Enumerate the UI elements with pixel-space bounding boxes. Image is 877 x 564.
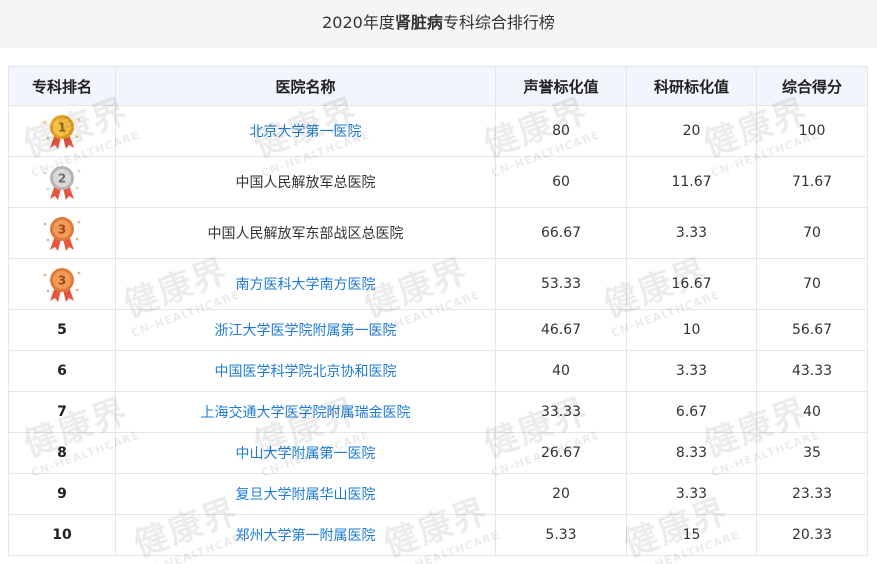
title-emphasis: 肾脏病 <box>394 13 443 32</box>
table-row: 5 浙江大学医学院附属第一医院 46.67 10 56.67 <box>8 309 868 351</box>
research-cell: 6.67 <box>626 391 757 433</box>
score-cell: 56.67 <box>756 309 868 351</box>
reputation-cell: 53.33 <box>495 258 627 310</box>
score-cell: 100 <box>756 105 868 157</box>
medal-rank-number: 1 <box>58 121 66 135</box>
reputation-cell: 40 <box>495 350 627 392</box>
hospital-link[interactable]: 上海交通大学医学院附属瑞金医院 <box>115 391 496 433</box>
rank-cell: 5 <box>8 309 116 351</box>
title-prefix: 2020年度 <box>322 13 395 32</box>
page-title: 2020年度肾脏病专科综合排行榜 <box>0 0 877 48</box>
score-cell: 43.33 <box>756 350 868 392</box>
research-cell: 3.33 <box>626 350 757 392</box>
reputation-cell: 66.67 <box>495 207 627 259</box>
reputation-cell: 46.67 <box>495 309 627 351</box>
research-cell: 3.33 <box>626 207 757 259</box>
table-row: 10 郑州大学第一附属医院 5.33 15 20.33 <box>8 514 868 556</box>
table-row: 8 中山大学附属第一医院 26.67 8.33 35 <box>8 432 868 474</box>
ranking-table: 专科排名 医院名称 声誉标化值 科研标化值 综合得分 1 北京大学第一医院 80 20… <box>8 66 868 556</box>
research-cell: 8.33 <box>626 432 757 474</box>
medal-rank-number: 3 <box>58 274 66 288</box>
score-cell: 23.33 <box>756 473 868 515</box>
table-header-row: 专科排名 医院名称 声誉标化值 科研标化值 综合得分 <box>8 66 868 106</box>
rank-cell: 1 <box>8 105 116 157</box>
column-header-hospital[interactable]: 医院名称 <box>115 66 496 106</box>
table-row: 9 复旦大学附属华山医院 20 3.33 23.33 <box>8 473 868 515</box>
bronze-medal-icon: 3 <box>43 217 81 251</box>
reputation-cell: 5.33 <box>495 514 627 556</box>
research-cell: 15 <box>626 514 757 556</box>
score-cell: 35 <box>756 432 868 474</box>
score-cell: 70 <box>756 258 868 310</box>
hospital-name: 中国人民解放军东部战区总医院 <box>115 207 496 259</box>
rank-cell: 7 <box>8 391 116 433</box>
research-cell: 16.67 <box>626 258 757 310</box>
hospital-link[interactable]: 中山大学附属第一医院 <box>115 432 496 474</box>
table-row: 2 中国人民解放军总医院 60 11.67 71.67 <box>8 156 868 208</box>
bronze-medal-icon: 3 <box>43 268 81 302</box>
reputation-cell: 33.33 <box>495 391 627 433</box>
hospital-link[interactable]: 北京大学第一医院 <box>115 105 496 157</box>
rank-cell: 8 <box>8 432 116 474</box>
silver-medal-icon: 2 <box>43 166 81 200</box>
hospital-link[interactable]: 浙江大学医学院附属第一医院 <box>115 309 496 351</box>
rank-cell: 10 <box>8 514 116 556</box>
rank-cell: 2 <box>8 156 116 208</box>
table-row: 3 南方医科大学南方医院 53.33 16.67 70 <box>8 258 868 310</box>
title-suffix: 专科综合排行榜 <box>442 13 555 32</box>
research-cell: 20 <box>626 105 757 157</box>
score-cell: 70 <box>756 207 868 259</box>
gold-medal-icon: 1 <box>43 115 81 149</box>
reputation-cell: 20 <box>495 473 627 515</box>
reputation-cell: 80 <box>495 105 627 157</box>
hospital-link[interactable]: 南方医科大学南方医院 <box>115 258 496 310</box>
table-row: 7 上海交通大学医学院附属瑞金医院 33.33 6.67 40 <box>8 391 868 433</box>
score-cell: 71.67 <box>756 156 868 208</box>
column-header-rank[interactable]: 专科排名 <box>8 66 116 106</box>
score-cell: 20.33 <box>756 514 868 556</box>
column-header-score[interactable]: 综合得分 <box>756 66 868 106</box>
hospital-link[interactable]: 郑州大学第一附属医院 <box>115 514 496 556</box>
research-cell: 10 <box>626 309 757 351</box>
rank-cell: 9 <box>8 473 116 515</box>
table-row: 3 中国人民解放军东部战区总医院 66.67 3.33 70 <box>8 207 868 259</box>
research-cell: 3.33 <box>626 473 757 515</box>
column-header-reputation[interactable]: 声誉标化值 <box>495 66 627 106</box>
research-cell: 11.67 <box>626 156 757 208</box>
column-header-research[interactable]: 科研标化值 <box>626 66 757 106</box>
score-cell: 40 <box>756 391 868 433</box>
hospital-link[interactable]: 复旦大学附属华山医院 <box>115 473 496 515</box>
medal-rank-number: 2 <box>58 172 66 186</box>
reputation-cell: 26.67 <box>495 432 627 474</box>
rank-cell: 6 <box>8 350 116 392</box>
hospital-name: 中国人民解放军总医院 <box>115 156 496 208</box>
table-body: 1 北京大学第一医院 80 20 100 2 中国人民解放军总医院 60 11.67 71.67 3… <box>8 105 868 556</box>
rank-cell: 3 <box>8 258 116 310</box>
rank-cell: 3 <box>8 207 116 259</box>
reputation-cell: 60 <box>495 156 627 208</box>
table-row: 1 北京大学第一医院 80 20 100 <box>8 105 868 157</box>
medal-rank-number: 3 <box>58 223 66 237</box>
table-row: 6 中国医学科学院北京协和医院 40 3.33 43.33 <box>8 350 868 392</box>
hospital-link[interactable]: 中国医学科学院北京协和医院 <box>115 350 496 392</box>
